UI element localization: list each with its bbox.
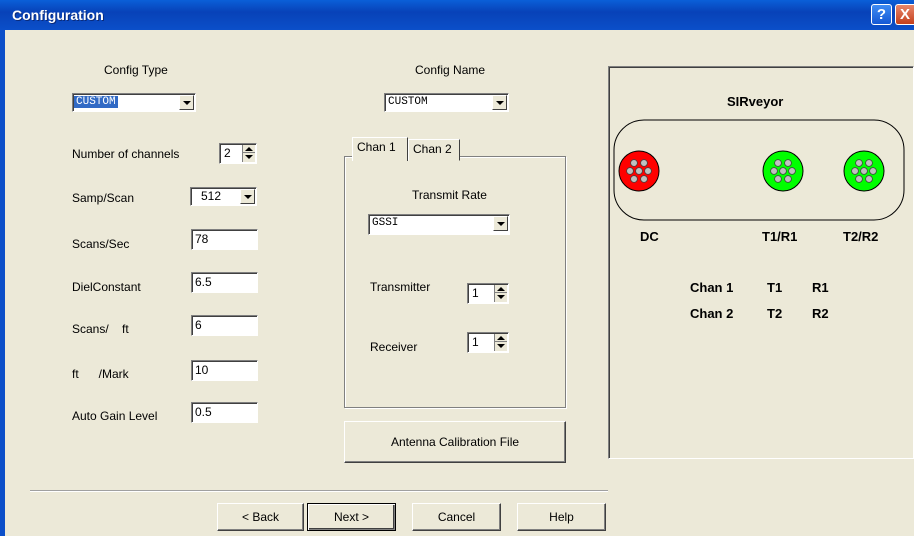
scans-ft-label: Scans/ ft (72, 322, 129, 336)
connector-pin (630, 175, 638, 183)
auto-gain-field[interactable]: 0.5 (191, 402, 258, 423)
chevron-down-icon[interactable] (179, 95, 194, 110)
help-button[interactable]: Help (517, 503, 606, 531)
transmitter-label: Transmitter (370, 280, 431, 294)
config-type-select[interactable]: CUSTOM (72, 93, 196, 112)
t2r2-port-icon (843, 150, 885, 192)
connector-pin (770, 167, 778, 175)
connector-pin (784, 159, 792, 167)
samp-scan-label: Samp/Scan (72, 191, 135, 205)
num-channels-spinner[interactable]: 2 (219, 143, 257, 164)
num-channels-value: 2 (224, 146, 231, 160)
config-name-label: Config Name (415, 63, 486, 77)
connector-pin (630, 159, 638, 167)
spinner-arrows-icon[interactable] (242, 145, 255, 162)
chevron-down-icon[interactable] (492, 95, 507, 110)
connector-pin (644, 167, 652, 175)
connector-pin (626, 167, 634, 175)
window-frame (0, 30, 5, 536)
config-type-value: CUSTOM (74, 96, 118, 108)
sirveyor-title: SIRveyor (727, 94, 784, 109)
cancel-button[interactable]: Cancel (412, 503, 501, 531)
next-button[interactable]: Next > (307, 503, 396, 531)
samp-scan-select[interactable]: 512 (190, 187, 257, 206)
config-name-value: CUSTOM (388, 96, 428, 108)
mapping-chan1-r: R1 (812, 280, 829, 295)
tab-chan-2-label: Chan 2 (413, 142, 452, 156)
connector-pin (779, 167, 787, 175)
t1r1-port-icon (762, 150, 804, 192)
config-name-select[interactable]: CUSTOM (384, 93, 509, 112)
connector-pin (788, 167, 796, 175)
ft-mark-label: ft /Mark (72, 367, 129, 381)
connector-pin (635, 167, 643, 175)
mapping-chan2-t: T2 (767, 306, 783, 321)
scans-sec-field[interactable]: 78 (191, 229, 258, 250)
transmitter-spinner[interactable]: 1 (467, 283, 509, 304)
spinner-arrows-icon[interactable] (494, 334, 507, 351)
tab-chan-2[interactable]: Chan 2 (408, 139, 460, 161)
samp-scan-value: 512 (201, 189, 222, 203)
antenna-calibration-button[interactable]: Antenna Calibration File (344, 421, 566, 463)
connector-pin (784, 175, 792, 183)
mapping-chan1-t: T1 (767, 280, 783, 295)
receiver-spinner[interactable]: 1 (467, 332, 509, 353)
connector-pin (865, 159, 873, 167)
dc-port-icon (618, 150, 660, 192)
connector-pin (851, 167, 859, 175)
config-type-label: Config Type (104, 63, 168, 77)
auto-gain-label: Auto Gain Level (72, 409, 158, 423)
port-label-t2r2: T2/R2 (843, 229, 879, 244)
scans-ft-field[interactable]: 6 (191, 315, 258, 336)
connector-pin (865, 175, 873, 183)
sirveyor-diagram (613, 119, 905, 221)
connector-pin (855, 175, 863, 183)
connector-pin (855, 159, 863, 167)
transmitter-value: 1 (472, 286, 479, 300)
num-channels-label: Number of channels (72, 147, 180, 161)
port-label-dc: DC (640, 229, 659, 244)
port-label-t1r1: T1/R1 (762, 229, 798, 244)
help-icon[interactable]: ? (871, 4, 892, 25)
connector-pin (640, 159, 648, 167)
close-icon[interactable]: X (895, 4, 914, 25)
tab-chan-1-label: Chan 1 (357, 140, 396, 154)
chevron-down-icon[interactable] (240, 189, 255, 204)
connector-pin (860, 167, 868, 175)
connector-pin (774, 159, 782, 167)
diel-constant-label: DielConstant (72, 280, 141, 294)
chevron-down-icon[interactable] (493, 216, 508, 231)
ft-mark-field[interactable]: 10 (191, 360, 258, 381)
tab-chan-1[interactable]: Chan 1 (352, 137, 408, 161)
window-title: Configuration (12, 7, 104, 23)
back-button[interactable]: < Back (217, 503, 304, 531)
mapping-chan2-r: R2 (812, 306, 829, 321)
footer-separator (30, 490, 608, 492)
connector-pin (774, 175, 782, 183)
spinner-arrows-icon[interactable] (494, 285, 507, 302)
connector-pin (869, 167, 877, 175)
title-bar: Configuration ? X (0, 0, 914, 30)
receiver-label: Receiver (370, 340, 418, 354)
scans-sec-label: Scans/Sec (72, 237, 130, 251)
diel-constant-field[interactable]: 6.5 (191, 272, 258, 293)
transmit-rate-select[interactable]: GSSI (368, 214, 510, 235)
transmit-rate-value: GSSI (372, 217, 399, 229)
receiver-value: 1 (472, 335, 479, 349)
mapping-chan2-label: Chan 2 (690, 306, 734, 321)
connector-pin (640, 175, 648, 183)
transmit-rate-label: Transmit Rate (412, 188, 487, 202)
mapping-chan1-label: Chan 1 (690, 280, 734, 295)
